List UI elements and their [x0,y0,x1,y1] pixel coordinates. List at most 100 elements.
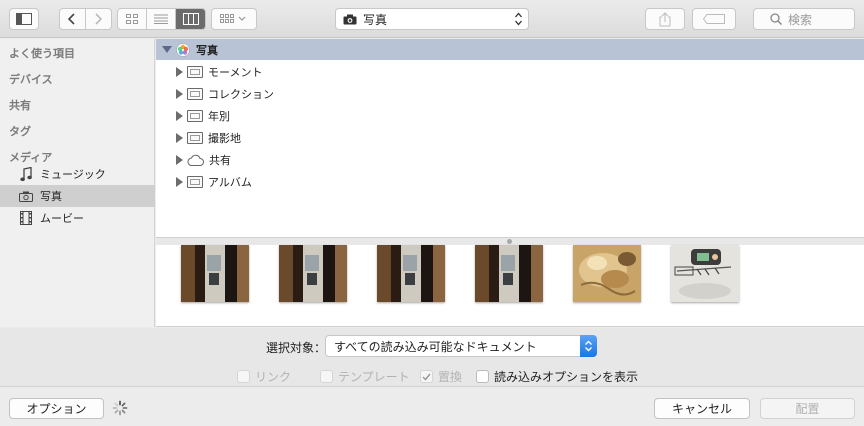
tag-button[interactable] [692,8,736,30]
chevron-right-icon [95,13,103,25]
chevron-updown-icon [585,340,592,352]
sidebar-item-movies[interactable]: ムービー [0,207,155,229]
thumbnail-strip [156,245,864,327]
tree-item-collections[interactable]: コレクション [156,83,864,105]
tree-item-label: 年別 [208,110,230,123]
door-photo [377,245,445,302]
sidebar: よく使う項目 デバイス 共有 タグ メディア ミュージック 写真 ムービー [0,39,155,327]
sidebar-section-shared: 共有 [9,99,31,112]
film-icon [18,210,34,226]
list-view-button[interactable] [147,9,176,29]
folder-icon [187,66,203,78]
forward-button[interactable] [86,9,111,29]
photos-app-icon [176,42,190,57]
photo-thumbnail[interactable] [279,245,347,302]
disclosure-closed-icon[interactable] [176,155,183,165]
sidebar-section-tags: タグ [9,125,31,138]
tag-icon [703,14,725,24]
split-view-divider[interactable] [156,237,864,245]
icon-view-button[interactable] [118,9,147,29]
checkbox-box[interactable] [237,370,250,383]
music-note-icon [18,166,34,182]
bottom-bar: オプション キャンセル 配置 [0,386,864,426]
photo-thumbnail[interactable] [573,245,641,302]
disclosure-closed-icon[interactable] [176,133,183,143]
door-photo [181,245,249,302]
replace-checkbox[interactable]: 置換 [420,368,462,385]
sidebar-item-label: ムービー [40,212,84,225]
checkbox-label: リンク [255,370,292,384]
popup-stepper[interactable] [580,335,597,357]
search-icon [770,13,782,25]
photo-thumbnail[interactable] [377,245,445,302]
camera-icon [343,14,357,24]
disclosure-closed-icon[interactable] [176,111,183,121]
checkbox-box[interactable] [420,370,433,383]
disclosure-open-icon[interactable] [162,46,172,53]
show-import-options-checkbox[interactable]: 読み込みオプションを表示 [476,368,638,385]
view-mode-switch [117,8,206,30]
document-type-value: すべての読み込み可能なドキュメント [334,339,537,354]
sidebar-item-label: 写真 [40,190,62,203]
back-button[interactable] [60,9,86,29]
disclosure-closed-icon[interactable] [176,89,183,99]
columns-icon [182,13,199,25]
folder-icon [187,132,203,144]
photo-thumbnail[interactable] [181,245,249,302]
checkbox-box[interactable] [320,370,333,383]
sidebar-section-devices: デバイス [9,73,53,86]
location-popup[interactable]: 写真 [335,8,529,30]
camera-icon [18,188,34,204]
disclosure-closed-icon[interactable] [176,177,183,187]
search-field[interactable]: 検索 [753,8,855,30]
tree-item-moments[interactable]: モーメント [156,61,864,83]
template-checkbox[interactable]: テンプレート [320,368,410,385]
sidebar-item-label: ミュージック [40,168,106,181]
search-placeholder: 検索 [788,12,813,27]
sidebar-section-favorites: よく使う項目 [9,47,75,60]
folder-icon [187,110,203,122]
folder-icon [187,176,203,188]
chevron-left-icon [68,13,75,25]
location-label: 写真 [363,12,388,27]
checkbox-box[interactable] [476,370,489,383]
cloud-icon [187,154,204,166]
divider-handle-icon[interactable] [507,239,512,244]
door-photo [475,245,543,302]
tree-item-shared[interactable]: 共有 [156,149,864,171]
open-options-panel: 選択対象： すべての読み込み可能なドキュメント リンク テンプレート 置換 読み… [0,328,864,386]
tree-item-places[interactable]: 撮影地 [156,127,864,149]
door-photo [279,245,347,302]
tree-item-years[interactable]: 年別 [156,105,864,127]
tree-item-label: モーメント [208,66,263,79]
disclosure-closed-icon[interactable] [176,67,183,77]
tree-root-photos[interactable]: 写真 [156,39,864,60]
options-button[interactable]: オプション [9,398,104,419]
checkbox-label: テンプレート [338,370,410,384]
sidebar-icon [16,13,32,25]
photo-thumbnail[interactable] [671,245,739,302]
tree-item-albums[interactable]: アルバム [156,171,864,193]
sidebar-toggle-button[interactable] [9,8,39,30]
checkmark-icon [422,373,431,381]
cancel-button[interactable]: キャンセル [654,398,750,419]
arrange-button[interactable] [211,8,257,30]
tree-item-label: 共有 [209,154,231,167]
sidebar-item-music[interactable]: ミュージック [0,163,155,185]
tree-item-label: アルバム [208,176,252,189]
tree-item-label: 撮影地 [208,132,241,145]
share-button[interactable] [645,8,685,30]
document-type-popup[interactable]: すべての読み込み可能なドキュメント [325,335,597,357]
folder-icon [187,88,203,100]
grid-icon [126,14,138,24]
tree-root-label: 写真 [196,43,218,57]
column-view-button[interactable] [176,9,205,29]
photo-thumbnail[interactable] [475,245,543,302]
sidebar-item-photos[interactable]: 写真 [0,185,155,207]
place-button[interactable]: 配置 [760,398,855,419]
share-icon [659,11,671,26]
list-icon [154,14,168,24]
media-browser: 写真 モーメント コレクション 年別 撮影地 共有 アルバム [156,39,864,237]
link-checkbox[interactable]: リンク [237,368,291,385]
checkbox-label: 置換 [438,370,463,384]
